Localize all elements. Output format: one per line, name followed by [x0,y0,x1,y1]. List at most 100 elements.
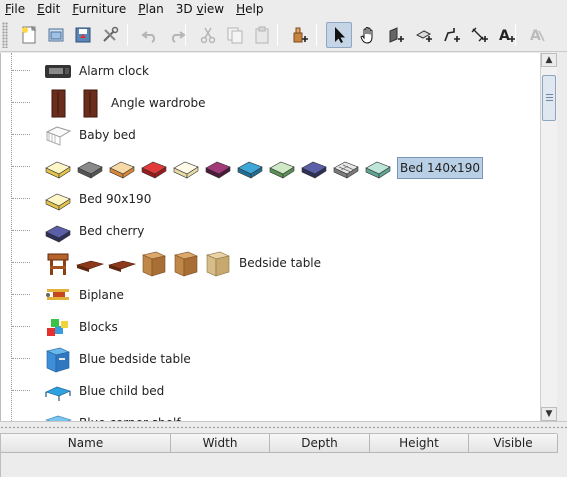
catalog-item-label[interactable]: Bed 90x190 [77,191,153,207]
wardrobe-icon[interactable] [43,88,73,118]
bedside-low-icon[interactable] [107,248,137,278]
catalog-item-bedside-table[interactable]: Bedside table [1,247,540,279]
add-text-button[interactable]: A [494,22,520,48]
blue-child-bed-icon[interactable] [43,376,73,406]
catalog-item-label[interactable]: Angle wardrobe [109,95,207,111]
bed-green-icon[interactable] [267,152,297,182]
bed-red-icon[interactable] [139,152,169,182]
bed-grey-icon[interactable] [75,152,105,182]
menu-edit[interactable]: Edit [37,0,60,18]
column-header-width[interactable]: Width [171,434,270,452]
bedside-wicker-icon[interactable] [203,248,233,278]
column-header-depth[interactable]: Depth [270,434,370,452]
catalog-item-bed-90x190[interactable]: Bed 90x190 [1,183,540,215]
blue-bedside-icon[interactable] [43,344,73,374]
create-dimensions-button[interactable] [467,22,493,48]
bed-checked-icon[interactable] [331,152,361,182]
catalog-item-alarm-clock[interactable]: Alarm clock [1,55,540,87]
alarm-clock-icon[interactable] [43,56,73,86]
menu-plan[interactable]: Plan [138,0,164,18]
catalog-item-icons [43,279,75,311]
create-rooms-button[interactable] [411,22,437,48]
cut-button [195,22,221,48]
catalog-item-icons [43,87,107,119]
toolbar-grip[interactable] [2,22,8,48]
catalog-item-label[interactable]: Bedside table [237,255,323,271]
baby-bed-icon[interactable] [43,120,73,150]
catalog-item-label[interactable]: Bed cherry [77,223,146,239]
bed-orange-icon[interactable] [107,152,137,182]
catalog-item-label[interactable]: Biplane [77,287,126,303]
split-pane-divider[interactable] [0,421,567,433]
catalog-item-blocks[interactable]: Blocks [1,311,540,343]
new-home-button[interactable] [16,22,42,48]
pan-mode-button[interactable] [355,22,381,48]
catalog-item-blue-corner-shelf[interactable]: Blue corner shelf [1,407,540,421]
svg-text:A: A [530,28,541,44]
scroll-up-arrow-icon[interactable]: ▲ [541,53,557,67]
tree-connector [12,70,30,71]
catalog-item-label[interactable]: Blue bedside table [77,351,193,367]
menu-file[interactable]: File [5,0,25,18]
preferences-button[interactable] [97,22,123,48]
catalog-item-label[interactable]: Alarm clock [77,63,151,79]
catalog-item-icons [43,407,75,421]
catalog-item-bed-cherry[interactable]: Bed cherry [1,215,540,247]
bed-teal-icon[interactable] [363,152,393,182]
catalog-item-baby-bed[interactable]: Baby bed [1,119,540,151]
menu-3d-view[interactable]: 3D view [176,0,224,18]
blocks-icon[interactable] [43,312,73,342]
bed-yellow-icon[interactable] [43,184,73,214]
catalog-item-blue-child-bed[interactable]: Blue child bed [1,375,540,407]
bed-blue-icon[interactable] [235,152,265,182]
table-body[interactable] [1,453,558,477]
catalog-item-blue-bedside-table[interactable]: Blue bedside table [1,343,540,375]
furniture-table[interactable]: Name Width Depth Height Visible [0,433,558,477]
tree-connector [12,262,30,263]
catalog-item-angle-wardrobe[interactable]: Angle wardrobe [1,87,540,119]
column-header-height[interactable]: Height [370,434,469,452]
catalog-item-icons [43,311,75,343]
menu-bar: File Edit Furniture Plan 3D view Help [0,0,567,18]
paste-icon [255,26,269,44]
add-furniture-button[interactable] [287,22,313,48]
catalog-item-icons [43,375,75,407]
scroll-down-arrow-icon[interactable]: ▼ [541,407,557,421]
create-polylines-button[interactable] [439,22,465,48]
menu-help[interactable]: Help [236,0,263,18]
bed-yellow-icon[interactable] [43,152,73,182]
bed-navy-icon[interactable] [43,216,73,246]
catalog-item-biplane[interactable]: Biplane [1,279,540,311]
catalog-item-label[interactable]: Baby bed [77,127,138,143]
catalog-item-icons [43,215,75,247]
bedside-wood-icon[interactable] [171,248,201,278]
wardrobe-icon[interactable] [75,88,105,118]
save-button[interactable] [70,22,96,48]
bedside-wood-icon[interactable] [139,248,169,278]
bed-purple-icon[interactable] [203,152,233,182]
select-mode-button[interactable] [326,22,352,48]
bed-cream-icon[interactable] [171,152,201,182]
new-home-icon [22,25,37,44]
cut-icon [200,27,216,44]
scroll-thumb[interactable] [542,75,556,121]
select-mode-icon [335,27,345,43]
menu-furniture[interactable]: Furniture [72,0,126,18]
catalog-item-label[interactable]: Blue child bed [77,383,166,399]
bedside-cherry-icon[interactable] [43,248,73,278]
bed-navy-icon[interactable] [299,152,329,182]
catalog-item-label[interactable]: Blocks [77,319,120,335]
add-furniture-icon [293,27,308,43]
catalog-item-bed-140x190[interactable]: Bed 140x190 [1,151,540,183]
bedside-low-icon[interactable] [75,248,105,278]
catalog-item-label[interactable]: Bed 140x190 [397,157,483,179]
catalog-item-icons [43,119,75,151]
create-walls-button[interactable] [383,22,409,48]
blue-shelf-icon[interactable] [43,408,73,421]
furniture-catalog-tree[interactable]: Alarm clock Angle wardrobe Baby bed Bed 140… [0,53,540,421]
column-header-visible[interactable]: Visible [469,434,558,452]
open-button[interactable] [43,22,69,48]
catalog-scrollbar[interactable]: ▲ ▼ [540,53,557,421]
biplane-icon[interactable] [43,280,73,310]
column-header-name[interactable]: Name [1,434,171,452]
